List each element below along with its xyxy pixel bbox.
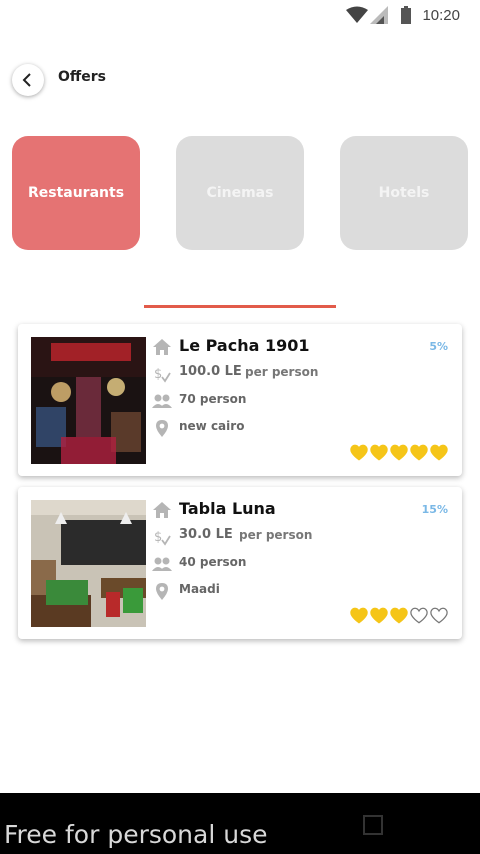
heart-filled-icon xyxy=(370,444,388,461)
page-title: Offers xyxy=(58,69,106,85)
home-icon xyxy=(152,337,172,357)
price-icon: $ xyxy=(152,527,172,547)
price-icon: $ xyxy=(152,364,172,384)
category-restaurants[interactable]: Restaurants xyxy=(12,136,140,250)
svg-text:$: $ xyxy=(154,530,162,545)
heart-filled-icon xyxy=(390,444,408,461)
back-button[interactable] xyxy=(12,64,44,96)
category-hotels[interactable]: Hotels xyxy=(340,136,468,250)
heart-outline-icon xyxy=(430,607,448,624)
heart-filled-icon xyxy=(370,607,388,624)
status-bar: 10:20 xyxy=(0,0,480,32)
offer-card[interactable]: Le Pacha 1901 5% $ 100.0 LE per person 7… xyxy=(18,324,462,476)
heart-filled-icon xyxy=(350,607,368,624)
heart-filled-icon xyxy=(410,444,428,461)
price: 100.0 LE xyxy=(179,364,242,379)
category-tabs: Restaurants Cinemas Hotels xyxy=(0,136,480,252)
header: Offers xyxy=(0,62,480,102)
capacity: 70 person xyxy=(179,392,247,406)
price-unit: per person xyxy=(245,365,319,379)
recent-apps-icon[interactable] xyxy=(363,815,383,835)
category-label: Cinemas xyxy=(206,185,274,201)
heart-outline-icon xyxy=(410,607,428,624)
category-label: Hotels xyxy=(378,185,430,201)
rating-hearts xyxy=(350,607,448,624)
people-icon xyxy=(152,554,172,574)
category-cinemas[interactable]: Cinemas xyxy=(176,136,304,250)
heart-filled-icon xyxy=(430,444,448,461)
signal-icon xyxy=(370,6,388,24)
restaurant-name: Le Pacha 1901 xyxy=(179,336,310,355)
location: Maadi xyxy=(179,582,220,596)
location-pin-icon xyxy=(152,581,172,601)
price-unit: per person xyxy=(239,528,313,542)
category-label: Restaurants xyxy=(27,185,125,201)
svg-text:$: $ xyxy=(154,367,162,382)
people-icon xyxy=(152,391,172,411)
chevron-left-icon xyxy=(22,73,31,87)
restaurant-photo xyxy=(31,337,146,464)
offer-card[interactable]: Tabla Luna 15% $ 30.0 LE per person 40 p… xyxy=(18,487,462,639)
wifi-icon xyxy=(346,6,368,23)
heart-filled-icon xyxy=(350,444,368,461)
watermark: Free for personal use xyxy=(4,820,268,849)
restaurant-name: Tabla Luna xyxy=(179,499,276,518)
discount-badge: 5% xyxy=(429,340,448,353)
location-pin-icon xyxy=(152,418,172,438)
price: 30.0 LE xyxy=(179,527,233,542)
restaurant-photo xyxy=(31,500,146,627)
status-time: 10:20 xyxy=(422,7,460,24)
rating-hearts xyxy=(350,444,448,461)
heart-filled-icon xyxy=(390,607,408,624)
discount-badge: 15% xyxy=(421,503,448,516)
home-icon xyxy=(152,500,172,520)
location: new cairo xyxy=(179,419,245,433)
battery-icon xyxy=(401,6,411,24)
capacity: 40 person xyxy=(179,555,247,569)
selected-tab-indicator xyxy=(144,305,336,308)
